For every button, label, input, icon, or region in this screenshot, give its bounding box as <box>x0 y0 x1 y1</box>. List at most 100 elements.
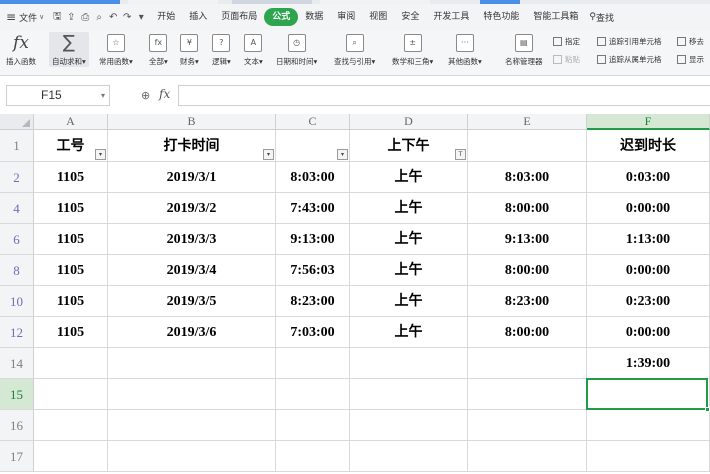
filter-button-b[interactable]: ▾ <box>263 149 274 160</box>
row-header[interactable]: 4 <box>0 193 34 224</box>
table-cell[interactable] <box>587 410 710 441</box>
table-cell[interactable] <box>468 348 587 379</box>
table-cell[interactable]: 7:56:03 <box>276 255 350 286</box>
table-cell[interactable]: 上午 <box>350 255 468 286</box>
table-cell[interactable]: 2019/3/5 <box>108 286 276 317</box>
row-header[interactable]: 6 <box>0 224 34 255</box>
show-formulas-button[interactable]: 显示 <box>677 54 704 65</box>
tab-review[interactable]: 审阅 <box>330 8 362 26</box>
table-cell[interactable]: 上午 <box>350 286 468 317</box>
table-cell[interactable] <box>34 348 108 379</box>
tab-developer[interactable]: 开发工具 <box>426 8 476 26</box>
table-cell[interactable] <box>34 379 108 410</box>
column-header-b[interactable]: B <box>108 114 276 130</box>
table-cell[interactable]: 上午 <box>350 224 468 255</box>
tab-features[interactable]: 特色功能 <box>476 8 526 26</box>
table-cell[interactable]: 1105 <box>34 286 108 317</box>
table-cell[interactable] <box>468 441 587 472</box>
fx-button[interactable]: fx <box>159 87 170 101</box>
table-cell[interactable]: 8:00:00 <box>468 193 587 224</box>
table-cell[interactable]: 0:00:00 <box>587 255 710 286</box>
table-cell[interactable]: 上午 <box>350 317 468 348</box>
select-all-corner[interactable] <box>0 114 34 130</box>
print-preview-icon[interactable]: ⌕ <box>92 12 106 23</box>
table-cell[interactable] <box>276 379 350 410</box>
row-header[interactable]: 10 <box>0 286 34 317</box>
datetime-button[interactable]: ◷ 日期和时间▾ <box>276 32 317 67</box>
column-header-c[interactable]: C <box>276 114 350 130</box>
remove-arrows-button[interactable]: 移去 <box>677 36 704 47</box>
filter-button-a[interactable]: ▾ <box>95 149 106 160</box>
table-cell[interactable] <box>276 441 350 472</box>
header-cell-f[interactable]: 迟到时长 <box>587 130 710 162</box>
row-header[interactable]: 2 <box>0 162 34 193</box>
row-header[interactable]: 8 <box>0 255 34 286</box>
table-cell[interactable]: 上午 <box>350 162 468 193</box>
header-cell-b[interactable]: 打卡时间 <box>108 130 276 162</box>
table-cell[interactable]: 2019/3/1 <box>108 162 276 193</box>
row-header[interactable]: 15 <box>0 379 34 410</box>
table-cell[interactable]: 1105 <box>34 162 108 193</box>
name-manager-button[interactable]: ▤ 名称管理器 <box>505 32 543 67</box>
table-cell[interactable]: 2019/3/4 <box>108 255 276 286</box>
table-cell[interactable]: 8:23:00 <box>276 286 350 317</box>
table-cell[interactable] <box>350 348 468 379</box>
table-cell[interactable]: 1105 <box>34 193 108 224</box>
table-cell[interactable]: 2019/3/6 <box>108 317 276 348</box>
header-cell-d[interactable]: 上下午 <box>350 130 468 162</box>
tab-view[interactable]: 视图 <box>362 8 394 26</box>
table-cell[interactable]: 9:13:00 <box>468 224 587 255</box>
table-cell[interactable]: 0:00:00 <box>587 193 710 224</box>
table-cell[interactable] <box>350 410 468 441</box>
print-icon[interactable]: ⎙ <box>78 12 92 23</box>
redo-icon[interactable]: ↷ <box>120 12 134 23</box>
search-button[interactable]: ⚲ 查找 <box>589 11 614 24</box>
table-cell[interactable] <box>468 410 587 441</box>
row-header[interactable]: 17 <box>0 441 34 472</box>
tab-home[interactable]: 开始 <box>150 8 182 26</box>
row-header[interactable]: 14 <box>0 348 34 379</box>
table-cell[interactable]: 2019/3/2 <box>108 193 276 224</box>
math-button[interactable]: ± 数学和三角▾ <box>392 32 433 67</box>
other-functions-button[interactable]: ··· 其他函数▾ <box>448 32 482 67</box>
table-cell[interactable]: 0:03:00 <box>587 162 710 193</box>
save-icon[interactable]: 🖫 <box>50 9 64 26</box>
table-cell[interactable]: 8:00:00 <box>468 255 587 286</box>
table-cell[interactable]: 1:39:00 <box>587 348 710 379</box>
column-header-f[interactable]: F <box>587 114 710 130</box>
table-cell[interactable]: 7:03:00 <box>276 317 350 348</box>
filter-button-c[interactable]: ▾ <box>337 149 348 160</box>
lookup-button[interactable]: ⌕ 查找与引用▾ <box>334 32 375 67</box>
column-header-e[interactable]: E <box>468 114 587 130</box>
financial-button[interactable]: ¥ 财务▾ <box>180 32 199 67</box>
formula-input[interactable] <box>178 85 710 106</box>
table-cell[interactable]: 7:43:00 <box>276 193 350 224</box>
table-cell[interactable] <box>108 379 276 410</box>
header-cell-e[interactable] <box>468 130 587 162</box>
row-header[interactable]: 1 <box>0 130 34 162</box>
column-header-d[interactable]: D <box>350 114 468 130</box>
table-cell[interactable] <box>34 441 108 472</box>
table-cell[interactable]: 2019/3/3 <box>108 224 276 255</box>
tab-smart-toolbox[interactable]: 智能工具箱 <box>526 8 585 26</box>
table-cell[interactable]: 8:03:00 <box>468 162 587 193</box>
table-cell[interactable] <box>34 410 108 441</box>
row-header[interactable]: 12 <box>0 317 34 348</box>
table-cell[interactable] <box>108 441 276 472</box>
table-cell[interactable]: 9:13:00 <box>276 224 350 255</box>
paste-name-button[interactable]: 粘贴 <box>553 54 580 65</box>
tab-insert[interactable]: 插入 <box>182 8 214 26</box>
all-functions-button[interactable]: fx 全部▾ <box>149 32 168 67</box>
tab-security[interactable]: 安全 <box>394 8 426 26</box>
zoom-icon[interactable]: ⊕ <box>141 89 150 102</box>
table-cell[interactable]: 8:00:00 <box>468 317 587 348</box>
table-cell[interactable] <box>468 379 587 410</box>
table-cell[interactable]: 8:03:00 <box>276 162 350 193</box>
table-cell[interactable] <box>276 348 350 379</box>
filter-active-button-d[interactable]: T <box>455 149 466 160</box>
table-cell[interactable]: 8:23:00 <box>468 286 587 317</box>
table-cell[interactable]: 1105 <box>34 255 108 286</box>
export-icon[interactable]: ⇪ <box>64 12 78 23</box>
trace-dependents-button[interactable]: 追踪从属单元格 <box>597 54 662 65</box>
tab-data[interactable]: 数据 <box>298 8 330 26</box>
